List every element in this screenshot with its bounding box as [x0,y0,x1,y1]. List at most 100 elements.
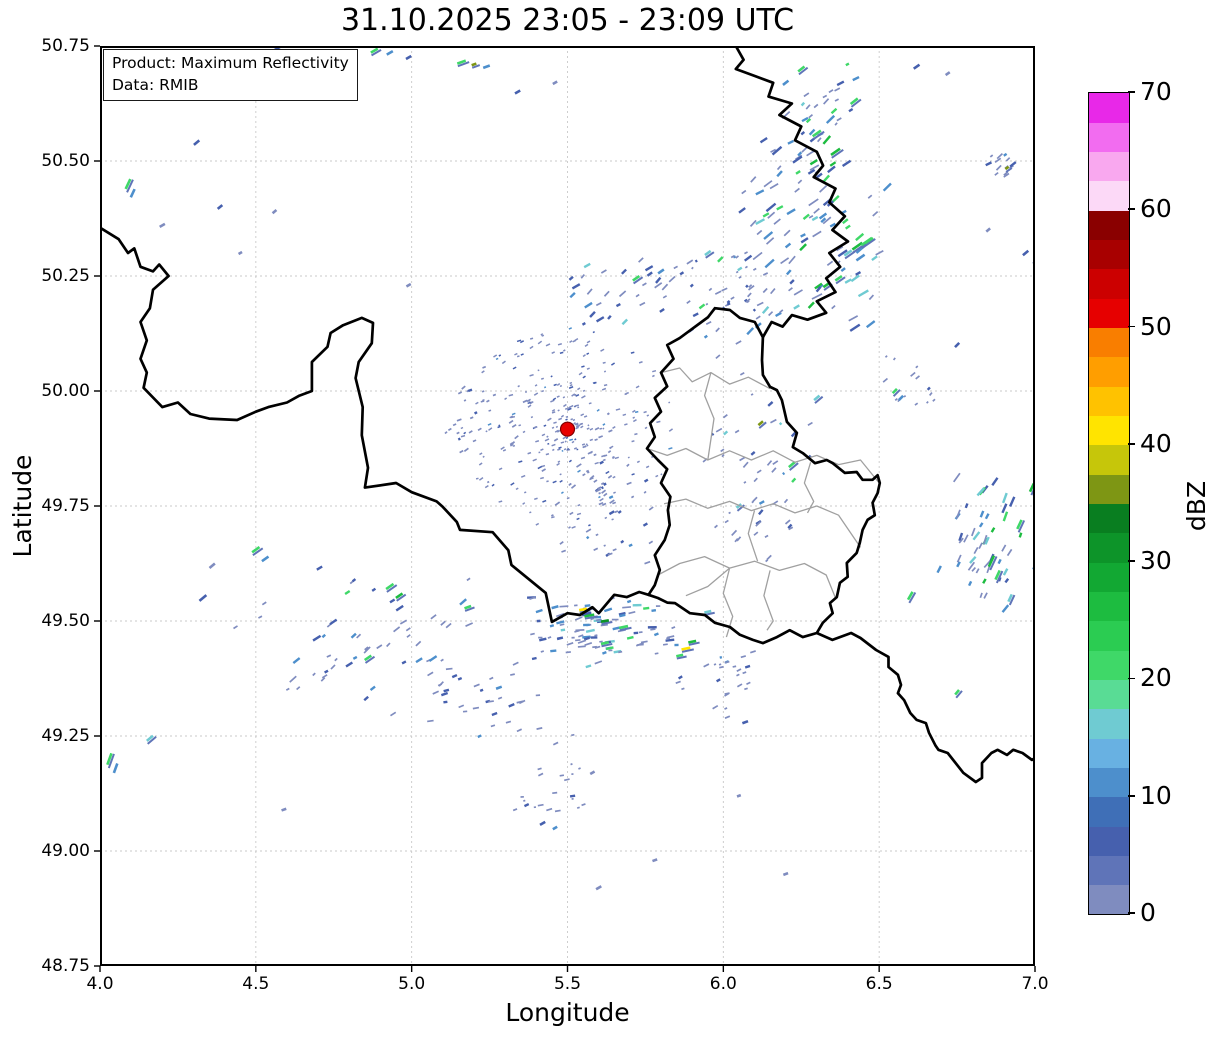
echo-ring-speckle [603,383,608,387]
echo-mark [788,255,796,265]
echo-ring-speckle [586,352,590,355]
echo-mark [444,431,448,435]
echo-mark [632,603,642,607]
echo-mark [590,636,598,639]
y-tick-label: 50.50 [41,151,90,171]
echo-mark [520,795,524,798]
echo-core [551,605,559,610]
echo-mark [569,292,576,299]
echo-mark [457,391,463,395]
echo-mark [852,75,860,82]
echo-mark [971,566,977,572]
echo-mark [445,667,453,671]
echo-core [193,139,201,146]
echo-ring-speckle [612,425,616,430]
echo-ring-speckle [560,414,565,418]
echo-mark [405,627,411,632]
echo-mark [753,531,759,536]
echo-mark [467,388,473,393]
echo-ring-speckle [601,454,606,458]
echo-ring-speckle [559,479,563,483]
echo-mark [1005,157,1011,162]
echo-mark [492,393,497,397]
echo-mark [750,176,757,183]
echo-mark [807,301,815,309]
echo-mark [621,268,627,275]
echo-ring-speckle [475,477,479,480]
echo-ring-speckle [646,414,650,417]
echo-mark [608,495,614,500]
echo-mark [834,122,838,126]
colorbar-axis-label: dBZ [1182,480,1211,532]
echo-mark [742,671,747,675]
echo-mark [735,340,742,345]
echo-mark [808,114,814,119]
echo-mark [789,279,795,285]
echo-ring-speckle [638,361,643,364]
echo-mark [553,438,559,442]
echo-mark [451,673,458,679]
echo-ring-speckle [560,441,565,444]
echo-mark [822,94,828,99]
echo-mark [554,501,561,507]
echo-ring-speckle [583,415,588,418]
echo-mark [973,546,979,555]
echo-mark [692,312,699,318]
region-border-line [657,555,837,599]
echo-ring-speckle [581,365,585,368]
echo-mark [321,633,327,639]
echo-mark [643,478,649,483]
echo-mark [971,527,976,537]
echo-mark [910,371,916,377]
colorbar [1088,92,1130,915]
echo-mark [570,763,573,766]
echo-ring-speckle [551,443,556,447]
echo-ring-speckle [577,469,581,473]
echo-mark [831,304,836,310]
echo-mark [581,803,586,807]
echo-mark [459,598,468,606]
echo-mark [782,472,786,476]
echo-mark [540,650,545,653]
echo-mark [568,275,574,281]
echo-mark [715,354,721,360]
echo-mark [508,703,515,708]
echo-ring-speckle [551,426,555,429]
echo-ring-speckle [551,411,556,414]
echo-mark [522,399,528,404]
echo-core [198,594,208,602]
echo-ring-speckle [529,337,534,340]
echo-mark [674,643,679,647]
echo-mark [461,385,466,390]
echo-ring-speckle [514,352,518,356]
echo-mark [463,447,469,452]
echo-ring-speckle [627,456,630,459]
echo-ring-speckle [576,517,580,521]
echo-mark [659,307,665,313]
y-tick-label: 49.50 [41,611,90,631]
echo-mark [779,309,784,314]
echo-mark [818,212,828,220]
colorbar-band [1089,503,1129,534]
echo-mark [345,661,354,668]
echo-mark [882,377,889,383]
echo-mark [756,469,762,474]
echo-mark [654,282,663,289]
echo-mark [867,194,873,199]
colorbar-band [1089,415,1129,446]
echo-mark [559,540,564,545]
echo-ring-speckle [481,370,485,374]
colorbar-tick-mark [1128,794,1135,797]
echo-mark [773,218,781,225]
echo-mark [615,303,621,308]
echo-ring-speckle [599,497,604,502]
echo-ring-speckle [586,427,590,430]
echo-mark [848,107,854,113]
radar-figure: { "title": "31.10.2025 23:05 - 23:09 UTC… [0,0,1219,1040]
echo-mark [316,565,323,571]
y-tick-label: 49.00 [41,841,90,861]
colorbar-tick-label: 40 [1140,428,1172,458]
echo-mark [737,266,743,272]
echo-mark [740,655,747,659]
colorbar-band [1089,708,1129,739]
